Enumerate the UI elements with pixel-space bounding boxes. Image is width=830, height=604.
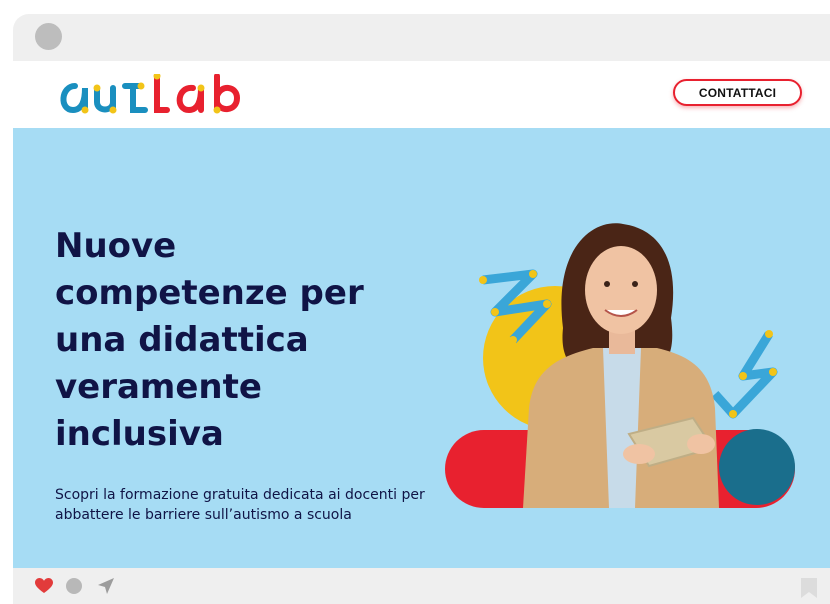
autlab-logo[interactable]: [53, 74, 263, 118]
hero-title: Nuove competenze per una didattica veram…: [55, 226, 364, 454]
bookmark-icon[interactable]: [801, 578, 817, 598]
window-dot: [35, 23, 62, 50]
hero-illustration: [445, 223, 795, 508]
send-icon[interactable]: [97, 577, 115, 595]
heart-icon[interactable]: [35, 578, 53, 594]
hero-subtitle: Scopri la formazione gratuita dedicata a…: [55, 487, 425, 523]
comment-icon[interactable]: [66, 578, 82, 594]
post-frame: CONTATTACI Nuove competenze per una dida…: [13, 14, 830, 604]
window-titlebar: [13, 14, 830, 61]
hero-section: Nuove competenze per una didattica veram…: [13, 128, 830, 568]
site-header: CONTATTACI: [13, 61, 830, 128]
post-actions-bar: [13, 568, 830, 604]
contact-button[interactable]: CONTATTACI: [673, 79, 802, 106]
